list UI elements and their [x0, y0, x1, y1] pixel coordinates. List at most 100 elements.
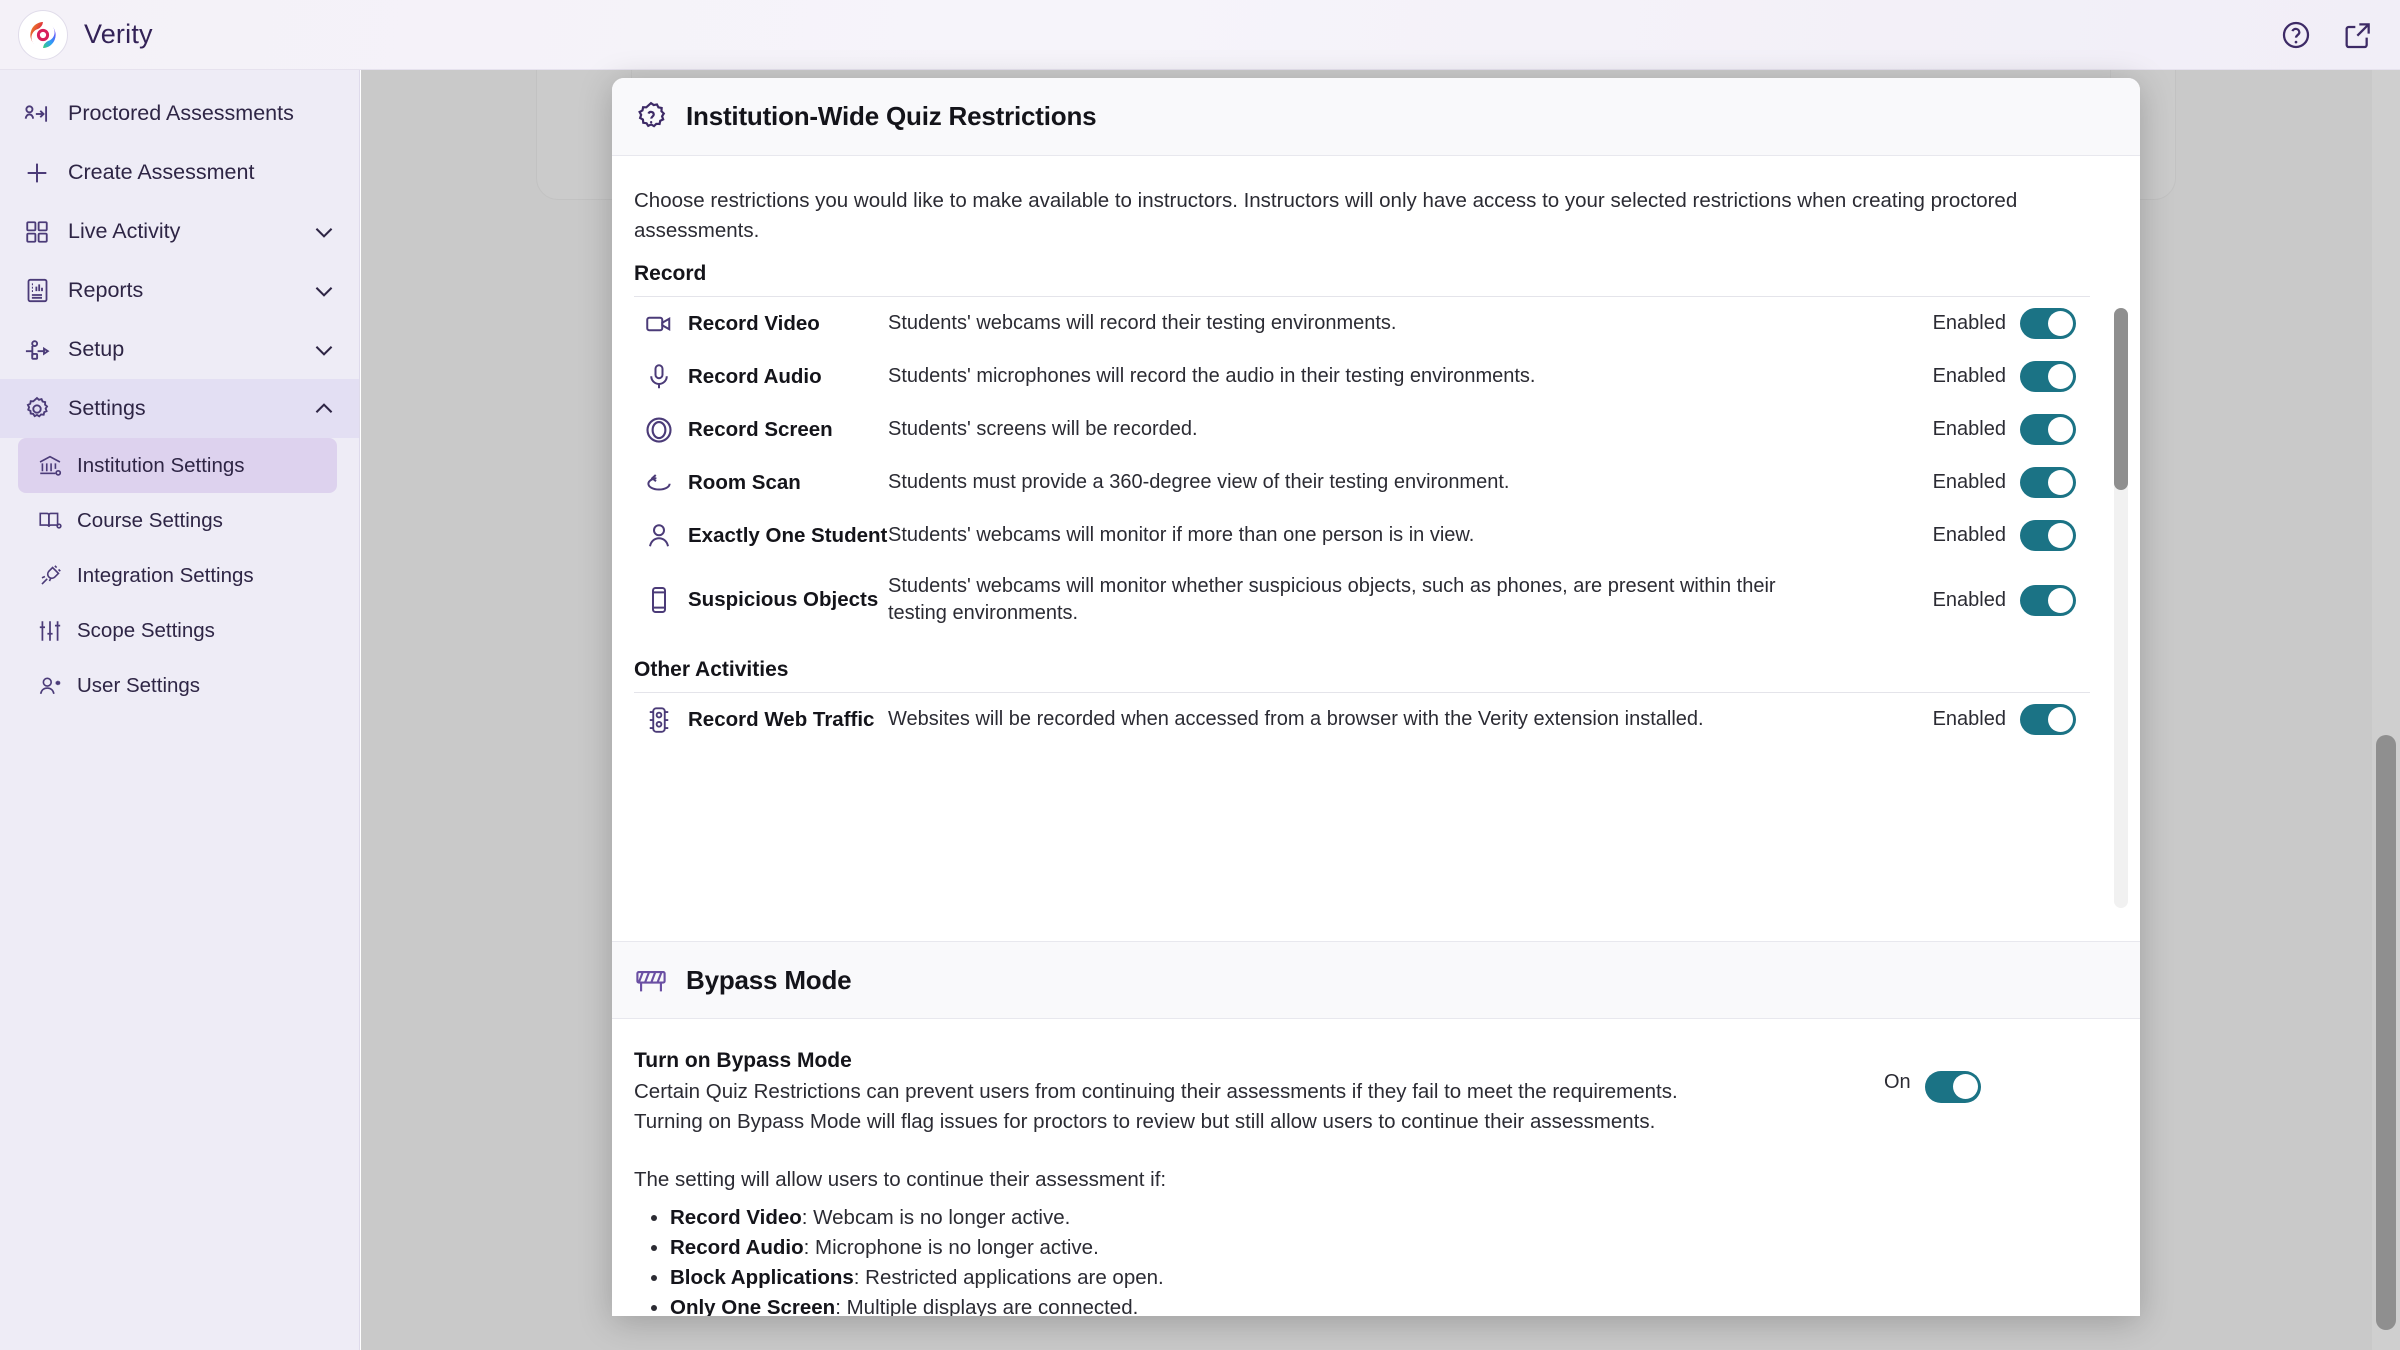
- restriction-name: Record Web Traffic: [688, 707, 875, 731]
- toggle-knob: [2048, 707, 2073, 732]
- toggle-knob: [2048, 417, 2073, 442]
- restriction-row: Record Audio Students' microphones will …: [634, 350, 2090, 403]
- sidebar-label: Setup: [68, 337, 125, 361]
- sidebar-item-setup[interactable]: Setup: [0, 320, 359, 379]
- restriction-name: Record Screen: [688, 417, 833, 441]
- gear-icon: [22, 394, 52, 424]
- sidebar-item-institution-settings[interactable]: Institution Settings: [18, 438, 337, 493]
- top-bar-actions: [2280, 19, 2400, 51]
- bypass-paragraph-line-1: Certain Quiz Restrictions can prevent us…: [634, 1080, 1678, 1103]
- list-item: Block Applications: Restricted applicati…: [670, 1263, 1884, 1293]
- toggle-record-video[interactable]: [2020, 308, 2076, 339]
- restriction-name: Exactly One Student: [688, 523, 888, 547]
- app-root: Verity Proctored Assessments Create Asse…: [0, 0, 2400, 1350]
- toggle-room-scan[interactable]: [2020, 467, 2076, 498]
- restriction-state: Enabled: [1933, 704, 2090, 735]
- restriction-state: Enabled: [1933, 414, 2090, 445]
- toggle-knob: [2048, 470, 2073, 495]
- sidebar-item-live-activity[interactable]: Live Activity: [0, 202, 359, 261]
- record-circle-icon: [634, 415, 688, 445]
- section-heading-record: Record: [634, 262, 2090, 297]
- restriction-row: Exactly One Student Students' webcams wi…: [634, 509, 2090, 562]
- toggle-knob: [2048, 523, 2073, 548]
- institution-wide-quiz-restrictions-modal: Institution-Wide Quiz Restrictions Choos…: [612, 78, 2140, 1316]
- restriction-row: Record Screen Students' screens will be …: [634, 403, 2090, 456]
- restriction-description: Students' webcams will monitor if more t…: [888, 524, 1475, 546]
- bypass-subheading: Turn on Bypass Mode: [634, 1049, 852, 1072]
- verity-swirl-logo: [18, 9, 68, 60]
- bypass-paragraph-line-2: Turning on Bypass Mode will flag issues …: [634, 1110, 1656, 1133]
- restrictions-scrollbar-thumb[interactable]: [2114, 308, 2128, 490]
- external-link-icon[interactable]: [2342, 19, 2374, 51]
- toggle-exactly-one-student[interactable]: [2020, 520, 2076, 551]
- toggle-knob: [2048, 311, 2073, 336]
- bypass-mode-body: Turn on Bypass Mode Certain Quiz Restric…: [612, 1019, 2140, 1316]
- bank-gear-icon: [36, 452, 63, 479]
- condition-detail: : Restricted applications are open.: [853, 1266, 1164, 1289]
- sidebar-sub-label: Course Settings: [77, 508, 223, 532]
- bypass-mode-header: Bypass Mode: [612, 941, 2140, 1019]
- restriction-state: Enabled: [1933, 361, 2090, 392]
- restriction-name: Record Audio: [688, 364, 822, 388]
- sidebar-item-course-settings[interactable]: Course Settings: [18, 493, 337, 548]
- brand[interactable]: Verity: [0, 9, 153, 60]
- bypass-mode-text: Turn on Bypass Mode Certain Quiz Restric…: [634, 1049, 1884, 1316]
- chevron-up-icon[interactable]: [311, 396, 337, 422]
- chevron-down-icon[interactable]: [311, 219, 337, 245]
- page-scrollbar-thumb[interactable]: [2376, 735, 2396, 1330]
- help-circle-icon[interactable]: [2280, 19, 2312, 51]
- condition-term: Only One Screen: [670, 1296, 836, 1316]
- sidebar-label: Create Assessment: [68, 160, 255, 184]
- restriction-description: Students' webcams will monitor whether s…: [888, 575, 1776, 624]
- state-label: Enabled: [1932, 524, 2006, 546]
- toggle-bypass-mode[interactable]: [1924, 1071, 1981, 1103]
- state-label: Enabled: [1932, 708, 2006, 730]
- sidebar-item-user-settings[interactable]: User Settings: [18, 658, 337, 713]
- sidebar-label: Proctored Assessments: [68, 101, 294, 125]
- sidebar-item-create-assessment[interactable]: Create Assessment: [0, 143, 359, 202]
- sidebar-item-proctored-assessments[interactable]: Proctored Assessments: [0, 84, 359, 143]
- brand-name: Verity: [84, 19, 153, 49]
- toggle-suspicious-objects[interactable]: [2020, 584, 2076, 616]
- toggle-record-web-traffic[interactable]: [2020, 704, 2076, 735]
- restriction-description: Websites will be recorded when accessed …: [888, 708, 1704, 730]
- condition-detail: : Webcam is no longer active.: [801, 1206, 1071, 1229]
- restrictions-body: Choose restrictions you would like to ma…: [612, 156, 2140, 941]
- restrictions-scrollbar-track[interactable]: [2114, 308, 2128, 908]
- toggle-record-screen[interactable]: [2020, 414, 2076, 445]
- state-label: Enabled: [1932, 588, 2006, 611]
- chevron-down-icon[interactable]: [311, 337, 337, 363]
- other-activities-rows: Record Web Traffic Websites will be reco…: [634, 693, 2090, 746]
- badge-question-icon: [638, 101, 666, 128]
- bypass-mode-title: Bypass Mode: [686, 964, 852, 995]
- condition-detail: : Multiple displays are connected.: [835, 1296, 1139, 1316]
- sidebar-item-reports[interactable]: Reports: [0, 261, 359, 320]
- modal-header: Institution-Wide Quiz Restrictions: [612, 78, 2140, 156]
- restriction-row: Suspicious Objects Students' webcams wil…: [634, 562, 2090, 638]
- user-enter-icon: [22, 99, 52, 129]
- flow-nodes-icon: [22, 335, 52, 365]
- toggle-knob: [2048, 587, 2073, 613]
- sidebar-sub-label: Scope Settings: [77, 618, 215, 642]
- condition-term: Record Audio: [670, 1236, 804, 1259]
- modal-title: Institution-Wide Quiz Restrictions: [686, 101, 1097, 131]
- sidebar-item-settings[interactable]: Settings: [0, 379, 359, 438]
- sidebar-item-integration-settings[interactable]: Integration Settings: [18, 548, 337, 603]
- restriction-name: Suspicious Objects: [688, 588, 879, 611]
- page-scrollbar-track[interactable]: [2372, 70, 2400, 1350]
- restriction-description: Students' screens will be recorded.: [888, 418, 1198, 440]
- toggle-record-audio[interactable]: [2020, 361, 2076, 392]
- sidebar-item-scope-settings[interactable]: Scope Settings: [18, 603, 337, 658]
- condition-term: Block Applications: [670, 1266, 854, 1289]
- sidebar-sub-label: User Settings: [77, 673, 201, 697]
- chevron-down-icon[interactable]: [311, 278, 337, 304]
- condition-term: Record Video: [670, 1206, 802, 1229]
- restriction-row: Record Web Traffic Websites will be reco…: [634, 693, 2090, 746]
- restriction-name: Room Scan: [688, 470, 801, 494]
- sidebar-sub-label: Integration Settings: [77, 563, 254, 587]
- top-bar: Verity: [0, 0, 2400, 70]
- state-label: Enabled: [1932, 471, 2006, 493]
- restriction-state: Enabled: [1933, 520, 2090, 551]
- restrictions-intro: Choose restrictions you would like to ma…: [634, 189, 2018, 242]
- sidebar-label: Live Activity: [68, 219, 181, 243]
